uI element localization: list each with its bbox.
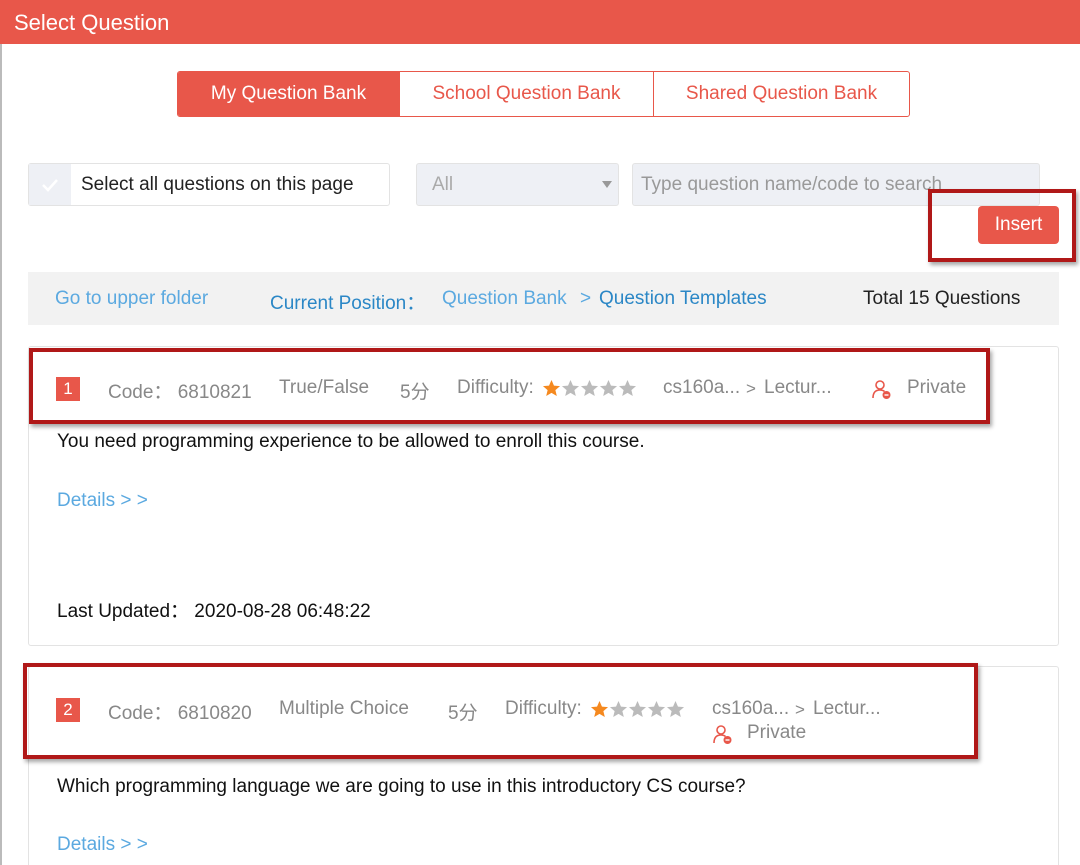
question-number-badge: 2 <box>56 698 80 722</box>
visibility-label: Private <box>747 722 807 743</box>
question-bank-tabs: My Question Bank School Question Bank Sh… <box>177 71 910 117</box>
question-subfolder: Lectur... <box>764 377 832 398</box>
star-icon <box>609 700 628 718</box>
tab-school-question-bank[interactable]: School Question Bank <box>400 72 654 116</box>
star-icon <box>647 700 666 718</box>
difficulty-label: Difficulty: <box>457 377 534 398</box>
question-text: Which programming language we are going … <box>57 776 746 797</box>
dialog-title: Select Question <box>14 10 170 35</box>
question-text: You need programming experience to be al… <box>57 431 645 452</box>
difficulty-label: Difficulty: <box>505 698 582 719</box>
question-type: True/False <box>279 377 370 398</box>
star-icon <box>561 379 580 397</box>
breadcrumb-separator: > <box>580 288 592 309</box>
breadcrumb-question-bank[interactable]: Question Bank <box>442 288 567 310</box>
visibility-label: Private <box>907 377 967 398</box>
star-icon <box>666 700 685 718</box>
checkbox-box[interactable] <box>29 164 71 205</box>
star-icon <box>542 379 561 397</box>
dialog-left-border <box>0 44 2 865</box>
select-all-checkbox[interactable]: Select all questions on this page <box>28 163 390 206</box>
question-number-badge: 1 <box>56 377 80 401</box>
search-input[interactable] <box>632 163 1040 206</box>
question-score: 5分 <box>400 382 430 403</box>
star-icon <box>599 379 618 397</box>
breadcrumb-bar: Go to upper folder Current Position： Que… <box>28 272 1059 325</box>
question-card[interactable]: 2 Code： 6810820 Multiple Choice 5分 Diffi… <box>28 666 1059 865</box>
tab-shared-question-bank[interactable]: Shared Question Bank <box>654 72 909 116</box>
private-user-icon <box>872 380 891 399</box>
star-icon <box>580 379 599 397</box>
total-questions-count: Total 15 Questions <box>863 288 1021 309</box>
question-card[interactable]: 1 Code： 6810821 True/False 5分 Difficulty… <box>28 346 1059 646</box>
details-link[interactable]: Details > > <box>57 490 148 512</box>
tab-my-question-bank[interactable]: My Question Bank <box>178 72 400 116</box>
last-updated: Last Updated： 2020-08-28 06:48:22 <box>57 601 371 622</box>
breadcrumb-question-templates[interactable]: Question Templates <box>599 288 767 310</box>
star-icon <box>618 379 637 397</box>
current-position-label: Current Position： <box>270 293 426 314</box>
private-user-icon <box>713 725 732 744</box>
go-upper-folder-link[interactable]: Go to upper folder <box>55 288 208 310</box>
question-subfolder: Lectur... <box>813 698 881 719</box>
difficulty-rating <box>542 379 637 397</box>
question-code: Code： 6810821 <box>108 382 252 403</box>
star-icon <box>628 700 647 718</box>
filter-select-value: All <box>432 174 454 195</box>
check-icon <box>42 178 58 192</box>
difficulty-rating <box>590 700 685 718</box>
question-folder: cs160a... <box>663 377 741 398</box>
question-folder: cs160a... <box>712 698 790 719</box>
folder-separator: > <box>795 700 805 719</box>
question-score: 5分 <box>448 703 478 724</box>
filter-select[interactable]: All <box>416 163 619 206</box>
question-code: Code： 6810820 <box>108 703 252 724</box>
star-icon <box>590 700 609 718</box>
details-link[interactable]: Details > > <box>57 834 148 856</box>
insert-button[interactable]: Insert <box>978 206 1059 244</box>
dialog-titlebar: Select Question <box>0 0 1080 44</box>
folder-separator: > <box>746 379 756 398</box>
chevron-down-icon <box>602 181 612 188</box>
select-all-label: Select all questions on this page <box>81 174 354 195</box>
question-type: Multiple Choice <box>279 698 409 719</box>
